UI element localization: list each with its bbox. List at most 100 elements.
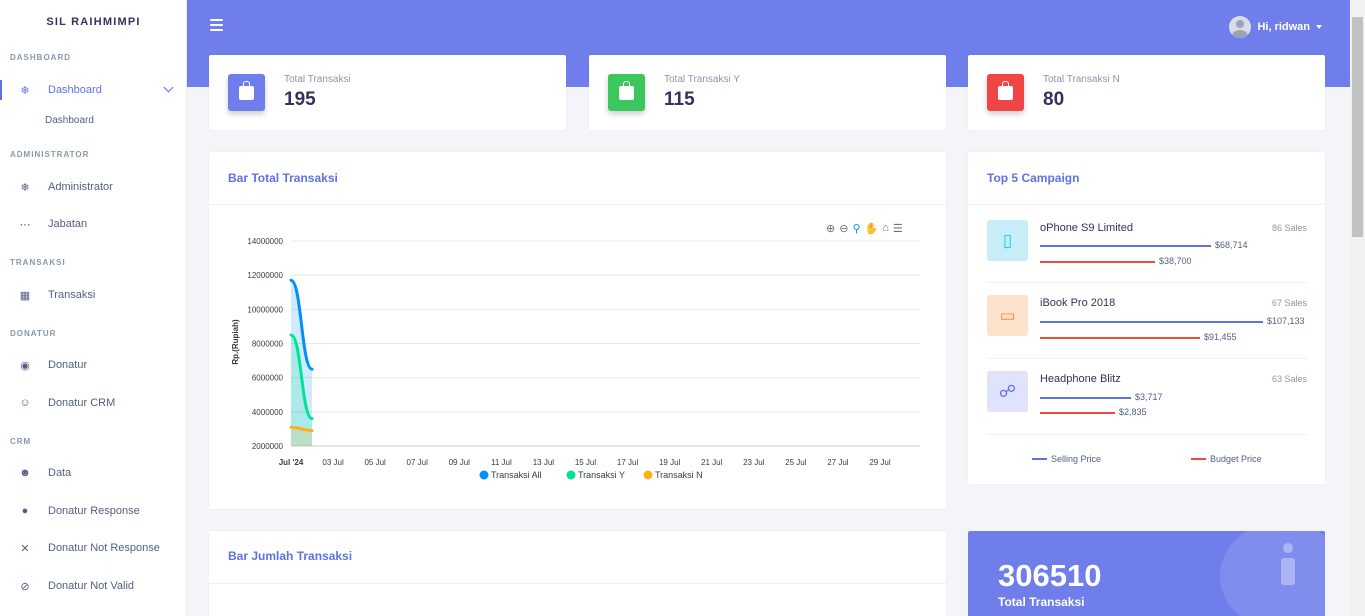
sidebar-item-donatur-crm[interactable]: ☺ Donatur CRM	[0, 388, 186, 418]
sidebar-item-label: Data	[48, 467, 72, 479]
selling-price-value: $68,714	[1215, 240, 1248, 250]
legend-marker	[643, 470, 653, 480]
fire-icon: ❄	[20, 84, 30, 97]
page-scrollbar[interactable]	[1350, 0, 1365, 616]
divider	[987, 282, 1307, 283]
hamburger-menu-icon[interactable]	[210, 19, 223, 31]
sidebar-item-label: Jabatan	[48, 218, 88, 230]
legend-label: Transaksi Y	[578, 470, 625, 480]
chart-card-jumlah: Bar Jumlah Transaksi	[209, 531, 946, 616]
x-tick-label: 21 Jul	[701, 458, 723, 467]
legend-marker	[566, 470, 576, 480]
stat-value: 80	[1043, 89, 1065, 110]
sidebar-item-dashboard[interactable]: ❄ Dashboard	[0, 75, 186, 105]
info-label: Total Transaksi	[998, 595, 1085, 609]
sidebar-item-donatur-response[interactable]: ● Donatur Response	[0, 496, 186, 526]
y-tick-label: 12000000	[247, 271, 283, 280]
sidebar-subitem-dashboard[interactable]: Dashboard	[45, 115, 94, 126]
user-icon: ●	[21, 505, 29, 517]
stat-label: Total Transaksi N	[1043, 74, 1120, 85]
budget-price-bar	[1040, 261, 1155, 263]
shopping-bag-icon	[228, 74, 265, 111]
divider	[968, 204, 1325, 205]
stat-label: Total Transaksi	[284, 74, 351, 85]
divider	[987, 358, 1307, 359]
campaign-sales: 67 Sales	[1271, 298, 1307, 308]
selling-price-value: $3,717	[1135, 392, 1163, 402]
scrollbar-thumb[interactable]	[1352, 17, 1363, 237]
x-tick-label: 11 Jul	[491, 458, 512, 467]
sidebar-item-label: Donatur	[48, 359, 88, 371]
y-axis-label: Rp.(Rupiah)	[231, 319, 240, 365]
legend-selling-price: Selling Price	[1032, 454, 1101, 464]
sidebar-item-label: Administrator	[48, 181, 113, 193]
sidebar-item-jabatan[interactable]: ⋯ Jabatan	[0, 209, 186, 239]
stat-value: 195	[284, 89, 316, 110]
campaign-sales: 63 Sales	[1271, 374, 1307, 384]
y-tick-label: 14000000	[247, 237, 283, 246]
campaign-item[interactable]: ▭ iBook Pro 2018 67 Sales $107,133 $91,4…	[987, 295, 1307, 365]
dots-icon: ⋯	[19, 218, 31, 231]
legend-budget-price: Budget Price	[1191, 454, 1262, 464]
sidebar-item-donatur[interactable]: ◉ Donatur	[0, 350, 186, 380]
users-icon: ☺	[19, 397, 31, 409]
stat-value: 115	[664, 89, 695, 110]
user-greeting[interactable]: Hi, ridwan	[1257, 21, 1310, 33]
campaign-item[interactable]: ☍ Headphone Blitz 63 Sales $3,717 $2,835	[987, 371, 1307, 441]
sidebar-item-donatur-not-valid[interactable]: ⊘ Donatur Not Valid	[0, 571, 186, 601]
y-tick-label: 10000000	[247, 305, 283, 314]
avatar[interactable]	[1229, 16, 1252, 38]
chart-card-total: Bar Total Transaksi ⊕ ⊖ ⚲ ✋ ⌂ ☰ 14000000…	[209, 152, 946, 509]
divider	[209, 583, 946, 584]
x-tick-label: 17 Jul	[617, 458, 639, 467]
campaign-item[interactable]: ▯ oPhone S9 Limited 86 Sales $68,714 $38…	[987, 220, 1307, 290]
divider	[987, 434, 1307, 435]
campaign-name: Headphone Blitz	[1040, 373, 1121, 385]
selling-price-bar	[1040, 245, 1211, 247]
user-x-icon: ✕	[20, 542, 30, 555]
phone-icon: ▯	[987, 220, 1028, 261]
legend-label: Transaksi N	[655, 470, 703, 480]
budget-price-value: $2,835	[1119, 407, 1147, 417]
x-tick-label: 07 Jul	[407, 458, 429, 467]
sidebar-item-label: Donatur CRM	[48, 397, 116, 409]
budget-price-bar	[1040, 337, 1200, 339]
campaign-card: Top 5 Campaign ▯ oPhone S9 Limited 86 Sa…	[968, 152, 1325, 484]
shopping-bag-icon	[608, 74, 645, 111]
user-menu[interactable]: Hi, ridwan	[1229, 16, 1322, 38]
card-title: Top 5 Campaign	[987, 171, 1080, 185]
x-tick-label: 09 Jul	[449, 458, 471, 467]
shopping-bag-icon	[987, 74, 1024, 111]
info-card-total: 306510 Total Transaksi	[968, 531, 1325, 616]
x-tick-label: 13 Jul	[533, 458, 555, 467]
info-icon	[1279, 543, 1299, 593]
card-title: Bar Jumlah Transaksi	[228, 549, 353, 563]
chevron-down-icon[interactable]	[163, 82, 174, 93]
sidebar-heading-transaksi: TRANSAKSI	[10, 258, 66, 267]
sidebar-item-label: Transaksi	[48, 289, 96, 301]
group-icon: ☻	[19, 467, 31, 479]
sidebar-heading-donatur: DONATUR	[10, 329, 57, 338]
campaign-name: iBook Pro 2018	[1040, 297, 1116, 309]
campaign-sales: 86 Sales	[1271, 223, 1307, 233]
caret-down-icon[interactable]	[1316, 25, 1322, 29]
brand-title[interactable]: SIL RAIHMIMPI	[0, 16, 187, 28]
sidebar-item-administrator[interactable]: ❄ Administrator	[0, 172, 186, 202]
info-circle	[1220, 531, 1325, 616]
sidebar-item-donatur-not-response[interactable]: ✕ Donatur Not Response	[0, 533, 186, 563]
sidebar-item-label: Donatur Response	[48, 505, 140, 517]
sidebar-item-label: Donatur Not Valid	[48, 580, 135, 592]
sidebar-item-label: Dashboard	[48, 84, 102, 96]
sidebar: SIL RAIHMIMPI DASHBOARD ❄ Dashboard Dash…	[0, 0, 187, 616]
user-badge-icon: ◉	[20, 359, 30, 372]
budget-price-bar	[1040, 412, 1115, 414]
legend-marker	[479, 470, 489, 480]
sidebar-item-data[interactable]: ☻ Data	[0, 458, 186, 488]
y-tick-label: 4000000	[252, 408, 284, 417]
fire-icon: ❄	[20, 181, 30, 194]
sidebar-heading-administrator: ADMINISTRATOR	[10, 150, 90, 159]
sidebar-item-transaksi[interactable]: ▦ Transaksi	[0, 280, 186, 310]
stat-card-n: Total Transaksi N 80	[968, 55, 1325, 130]
headphone-icon: ☍	[987, 371, 1028, 412]
sidebar-heading-dashboard: DASHBOARD	[10, 53, 71, 62]
